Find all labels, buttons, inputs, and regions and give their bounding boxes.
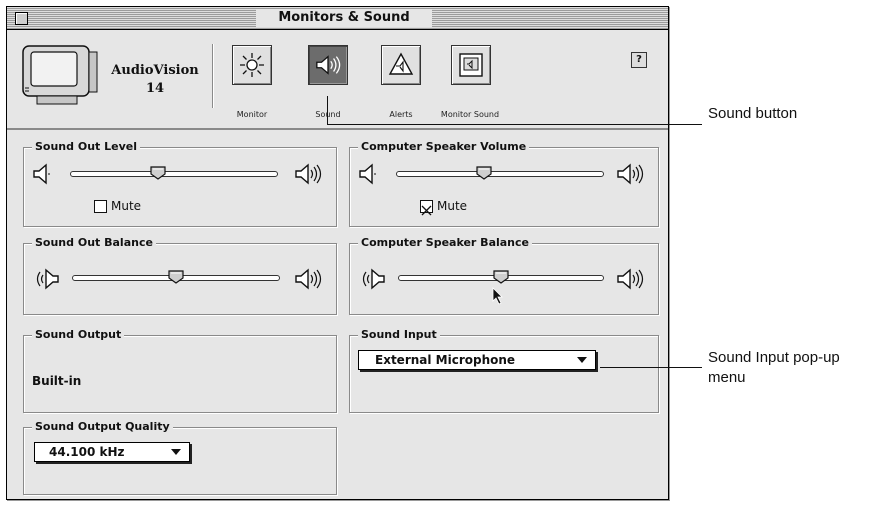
monitor-name-line2: 14 [145, 81, 165, 96]
sound-out-mute-label: Mute [111, 199, 142, 213]
computer-speaker-volume-title: Computer Speaker Volume [358, 140, 530, 154]
speaker-soft-icon [358, 163, 382, 185]
sound-out-mute-checkbox[interactable] [94, 200, 107, 213]
monitor-panel-button[interactable] [232, 45, 272, 85]
sun-icon [240, 53, 264, 77]
computer-speaker-balance-group: Computer Speaker Balance [349, 236, 659, 315]
speaker-icon [316, 55, 341, 75]
sound-panel-label: Sound [304, 110, 352, 119]
alert-icon [388, 52, 414, 75]
sound-input-popup-value: External Microphone [375, 353, 516, 367]
slider-thumb[interactable] [476, 166, 492, 180]
sound-out-balance-slider[interactable] [72, 275, 280, 281]
sound-output-quality-popup[interactable]: 44.100 kHz [34, 442, 190, 462]
checkmark-x-icon [421, 205, 432, 216]
computer-speaker-balance-slider[interactable] [398, 275, 604, 281]
sound-out-level-group: Sound Out Level Mute [23, 140, 337, 227]
computer-speaker-mute-checkbox[interactable] [420, 200, 433, 216]
speaker-left-icon [358, 268, 386, 290]
speaker-soft-icon [32, 163, 56, 185]
sound-button-callout-line [327, 124, 702, 125]
sound-input-title: Sound Input [358, 328, 440, 342]
monitor-icon [19, 42, 101, 108]
sound-output-value: Built-in [32, 374, 82, 388]
sound-output-group: Sound Output Built-in [23, 328, 337, 413]
speaker-right-icon [616, 268, 644, 290]
computer-speaker-mute-label: Mute [437, 199, 468, 213]
sound-input-callout-line [600, 367, 702, 368]
sound-out-balance-title: Sound Out Balance [32, 236, 156, 250]
monitor-sound-panel-label: Monitor Sound [440, 110, 500, 119]
monitor-name: AudioVision 14 [105, 62, 205, 98]
alerts-panel-label: Alerts [389, 110, 413, 119]
sound-out-balance-group: Sound Out Balance [23, 236, 337, 315]
sound-input-callout: Sound Input pop-up menu [708, 348, 840, 388]
window-title: Monitors & Sound [256, 9, 432, 27]
computer-speaker-balance-title: Computer Speaker Balance [358, 236, 532, 250]
sound-button-callout: Sound button [708, 105, 798, 122]
monitor-sound-icon [459, 53, 483, 77]
monitor-sound-panel-button[interactable] [451, 45, 491, 85]
computer-speaker-volume-group: Computer Speaker Volume Mute [349, 140, 659, 227]
slider-thumb[interactable] [168, 270, 184, 284]
popup-arrow-icon [577, 357, 587, 363]
control-panel-header: AudioVision 14 Monitor Sound Alerts [7, 30, 668, 130]
sound-out-level-slider[interactable] [70, 171, 278, 177]
monitors-sound-window: Monitors & Sound AudioVision 14 Monitor [6, 6, 669, 500]
speaker-loud-icon [294, 163, 322, 185]
sound-input-popup[interactable]: External Microphone [358, 350, 596, 370]
help-icon[interactable]: ? [631, 52, 647, 68]
sound-output-quality-group: Sound Output Quality 44.100 kHz [23, 420, 337, 495]
sound-output-quality-popup-value: 44.100 kHz [49, 445, 125, 459]
sound-out-level-title: Sound Out Level [32, 140, 140, 154]
speaker-left-icon [32, 268, 60, 290]
sound-input-callout-line2: menu [708, 369, 746, 386]
slider-thumb[interactable] [150, 166, 166, 180]
monitor-name-line1: AudioVision [111, 63, 199, 78]
sound-input-callout-line1: Sound Input pop-up [708, 349, 840, 366]
computer-speaker-volume-slider[interactable] [396, 171, 604, 177]
mouse-pointer-icon [492, 287, 503, 305]
title-bar[interactable]: Monitors & Sound [7, 7, 668, 30]
alerts-panel-button[interactable] [381, 45, 421, 85]
slider-thumb[interactable] [493, 270, 509, 284]
header-divider [212, 44, 214, 108]
monitor-panel-label: Monitor [236, 110, 268, 119]
sound-button-callout-leader [327, 96, 328, 125]
close-box[interactable] [15, 12, 28, 25]
sound-output-title: Sound Output [32, 328, 125, 342]
speaker-right-icon [294, 268, 322, 290]
sound-output-quality-title: Sound Output Quality [32, 420, 173, 434]
popup-arrow-icon [171, 449, 181, 455]
speaker-loud-icon [616, 163, 644, 185]
sound-panel-button[interactable] [308, 45, 348, 85]
sound-input-group: Sound Input External Microphone [349, 328, 659, 413]
